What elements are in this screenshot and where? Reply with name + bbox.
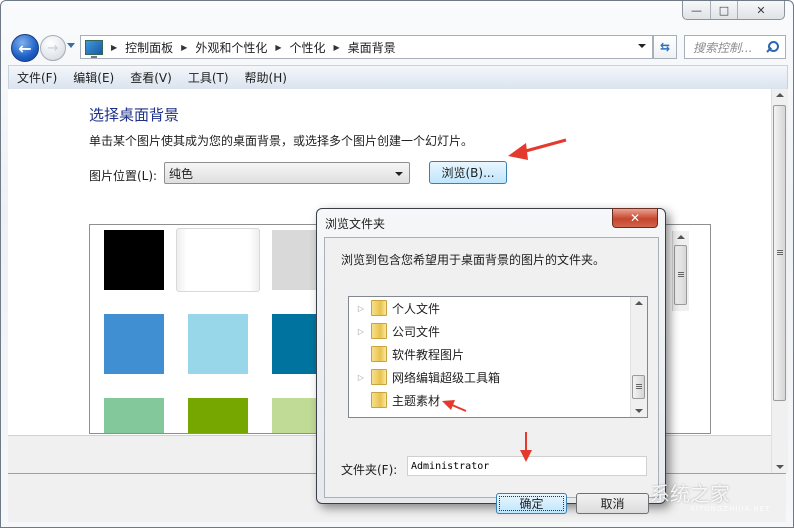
- red-arrow-folder: [442, 400, 467, 412]
- watermark-url: XITONGZHIJIA.NET: [690, 505, 771, 513]
- watermark-logo: 系统之家: [650, 482, 730, 506]
- red-arrow-ok: [520, 432, 532, 462]
- annotation-layer: [442, 138, 567, 462]
- red-arrow-browse: [508, 138, 567, 160]
